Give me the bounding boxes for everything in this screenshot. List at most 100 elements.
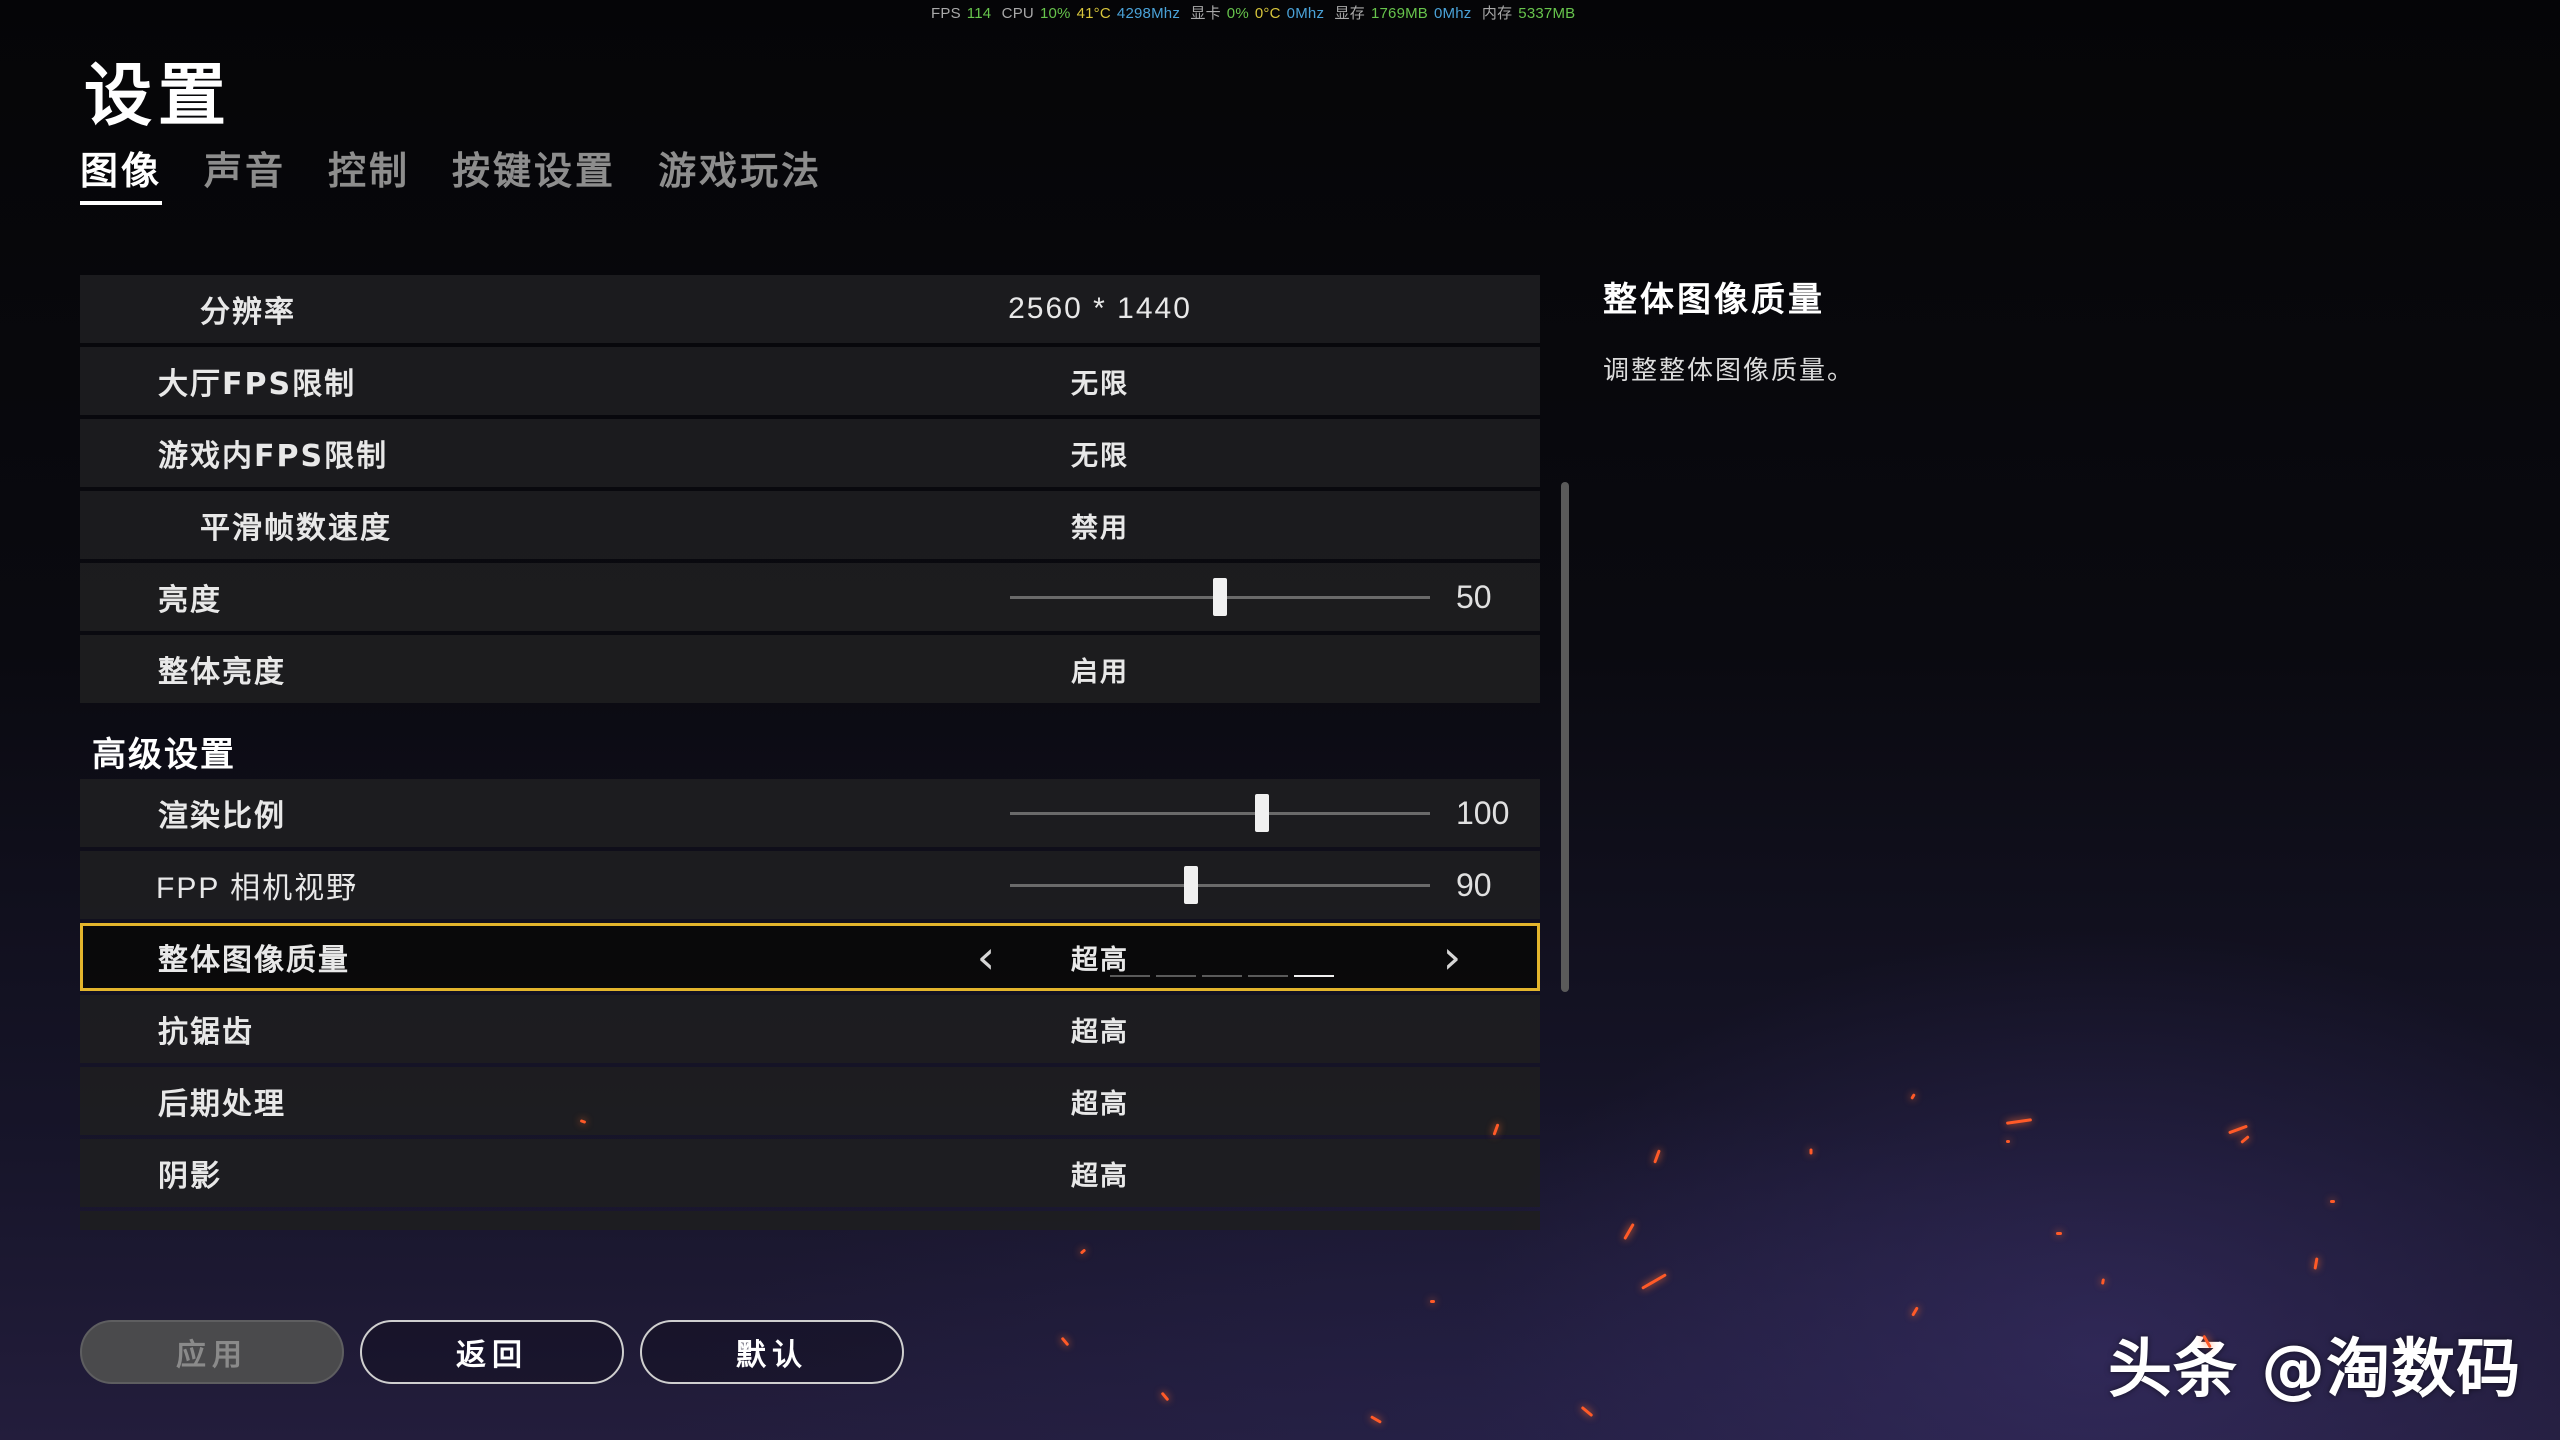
apply-button[interactable]: 应用 (80, 1320, 344, 1384)
setting-row-shadows[interactable]: 阴影 超高 (80, 1139, 1540, 1207)
gpu-usage: 0% (1226, 5, 1249, 22)
setting-row-overall-quality[interactable]: 整体图像质量 ‹ 超高 › (80, 923, 1540, 991)
description-text: 调整整体图像质量。 (1603, 356, 1856, 386)
setting-value: 无限 (1071, 368, 1129, 400)
setting-value: 超高 (1071, 944, 1129, 976)
spark-particle (2005, 1118, 2033, 1125)
cpu-label: CPU (1001, 5, 1034, 22)
tab-gameplay[interactable]: 游戏玩法 (658, 140, 822, 205)
spark-particle (1079, 1248, 1087, 1255)
settings-list: 分辨率 2560 * 1440 大厅FPS限制 无限 游戏内FPS限制 无限 平… (80, 275, 1540, 1230)
spark-particle (1653, 1149, 1661, 1164)
gpu-label: 显卡 (1190, 5, 1221, 22)
spark-particle (2056, 1232, 2062, 1235)
setting-label: 亮度 (158, 583, 222, 618)
slider-value: 90 (1456, 866, 1492, 903)
setting-label: 抗锯齿 (158, 1015, 254, 1050)
tab-audio[interactable]: 声音 (204, 140, 286, 205)
setting-row-lobby-fps[interactable]: 大厅FPS限制 无限 (80, 347, 1540, 415)
section-title: 高级设置 (92, 735, 236, 775)
setting-value: 超高 (1071, 1160, 1129, 1192)
spark-particle (1910, 1093, 1916, 1100)
cpu-clock: 4298Mhz (1116, 5, 1181, 22)
footer-buttons: 应用 返回 默认 (80, 1320, 920, 1384)
setting-row-render-scale[interactable]: 渲染比例 100 (80, 779, 1540, 847)
gpu-clock: 0Mhz (1286, 5, 1325, 22)
setting-value: 无限 (1071, 440, 1129, 472)
setting-label: 大厅FPS限制 (158, 367, 357, 402)
performance-overlay: FPS 114 CPU 10% 41°C 4298Mhz 显卡 0% 0°C 0Mhz 显存 1… (931, 2, 1581, 23)
section-advanced: 高级设置 (80, 707, 1540, 779)
slider-track (1010, 884, 1430, 887)
spark-particle (1623, 1222, 1635, 1241)
setting-label: FPP 相机视野 (156, 872, 359, 905)
quality-level-indicator (1110, 975, 1340, 977)
slider-value: 100 (1456, 794, 1510, 831)
slider-thumb[interactable] (1213, 578, 1227, 616)
setting-row-resolution[interactable]: 分辨率 2560 * 1440 (80, 275, 1540, 343)
setting-row-brightness[interactable]: 亮度 50 (80, 563, 1540, 631)
settings-screen: FPS 114 CPU 10% 41°C 4298Mhz 显卡 0% 0°C 0Mhz 显存 1… (0, 0, 2560, 1440)
setting-label: 整体亮度 (158, 655, 286, 690)
spark-particle (1370, 1415, 1382, 1424)
spark-particle (2313, 1257, 2319, 1270)
slider-value: 50 (1456, 578, 1492, 615)
spark-particle (2006, 1140, 2010, 1143)
gpu-temp: 0°C (1254, 5, 1281, 22)
setting-value: 超高 (1071, 1088, 1129, 1120)
tab-control[interactable]: 控制 (328, 140, 410, 205)
render-scale-slider[interactable] (1010, 779, 1430, 847)
setting-label: 游戏内FPS限制 (158, 439, 389, 474)
back-button[interactable]: 返回 (360, 1320, 624, 1384)
setting-row-overall-brightness[interactable]: 整体亮度 启用 (80, 635, 1540, 703)
description-title: 整体图像质量 (1603, 280, 1825, 320)
slider-thumb[interactable] (1183, 866, 1198, 904)
page-title: 设置 (84, 57, 233, 136)
tab-keybindings[interactable]: 按键设置 (452, 140, 616, 205)
setting-value: 超高 (1071, 1016, 1129, 1048)
setting-row-post-processing[interactable]: 后期处理 超高 (80, 1067, 1540, 1135)
ram-value: 5337MB (1518, 5, 1576, 22)
level-segment (1156, 975, 1196, 977)
setting-row-ingame-fps[interactable]: 游戏内FPS限制 无限 (80, 419, 1540, 487)
level-segment (1294, 975, 1334, 977)
spark-particle (2330, 1200, 2335, 1203)
setting-value: 启用 (1071, 656, 1129, 688)
setting-row-fpp-fov[interactable]: FPP 相机视野 90 (80, 851, 1540, 919)
default-button[interactable]: 默认 (640, 1320, 904, 1384)
spark-particle (1160, 1391, 1170, 1402)
spark-particle (2228, 1124, 2248, 1135)
level-segment (1248, 975, 1288, 977)
setting-label: 阴影 (158, 1159, 222, 1194)
brightness-slider[interactable] (1010, 563, 1430, 631)
ram-label: 内存 (1481, 5, 1513, 22)
slider-track (1010, 812, 1430, 815)
setting-row-partial[interactable] (80, 1211, 1540, 1230)
cpu-temp: 41°C (1076, 5, 1111, 22)
watermark: 头条 @淘数码 (2108, 1333, 2522, 1407)
setting-label: 后期处理 (158, 1087, 286, 1122)
setting-value: 禁用 (1071, 512, 1129, 544)
setting-label: 平滑帧数速度 (200, 511, 392, 546)
slider-thumb[interactable] (1255, 794, 1269, 832)
cpu-usage: 10% (1039, 5, 1071, 22)
setting-label: 整体图像质量 (158, 943, 350, 978)
setting-value: 2560 * 1440 (1008, 292, 1192, 325)
spark-particle (1809, 1148, 1813, 1155)
fps-label: FPS (931, 5, 961, 22)
settings-scrollbar[interactable] (1561, 482, 1569, 992)
spark-particle (1911, 1306, 1919, 1317)
spark-particle (2101, 1278, 2105, 1285)
spark-particle (1641, 1273, 1667, 1290)
fpp-fov-slider[interactable] (1010, 851, 1430, 919)
spark-particle (1580, 1405, 1594, 1418)
settings-tabs: 图像 声音 控制 按键设置 游戏玩法 (80, 140, 864, 205)
setting-label: 分辨率 (200, 295, 296, 330)
spark-particle (1060, 1336, 1070, 1347)
setting-row-smooth-frame[interactable]: 平滑帧数速度 禁用 (80, 491, 1540, 559)
level-segment (1202, 975, 1242, 977)
tab-graphics[interactable]: 图像 (80, 140, 163, 205)
chevron-right-icon[interactable]: › (1432, 930, 1472, 984)
spark-particle (2240, 1135, 2250, 1144)
setting-row-anti-aliasing[interactable]: 抗锯齿 超高 (80, 995, 1540, 1063)
